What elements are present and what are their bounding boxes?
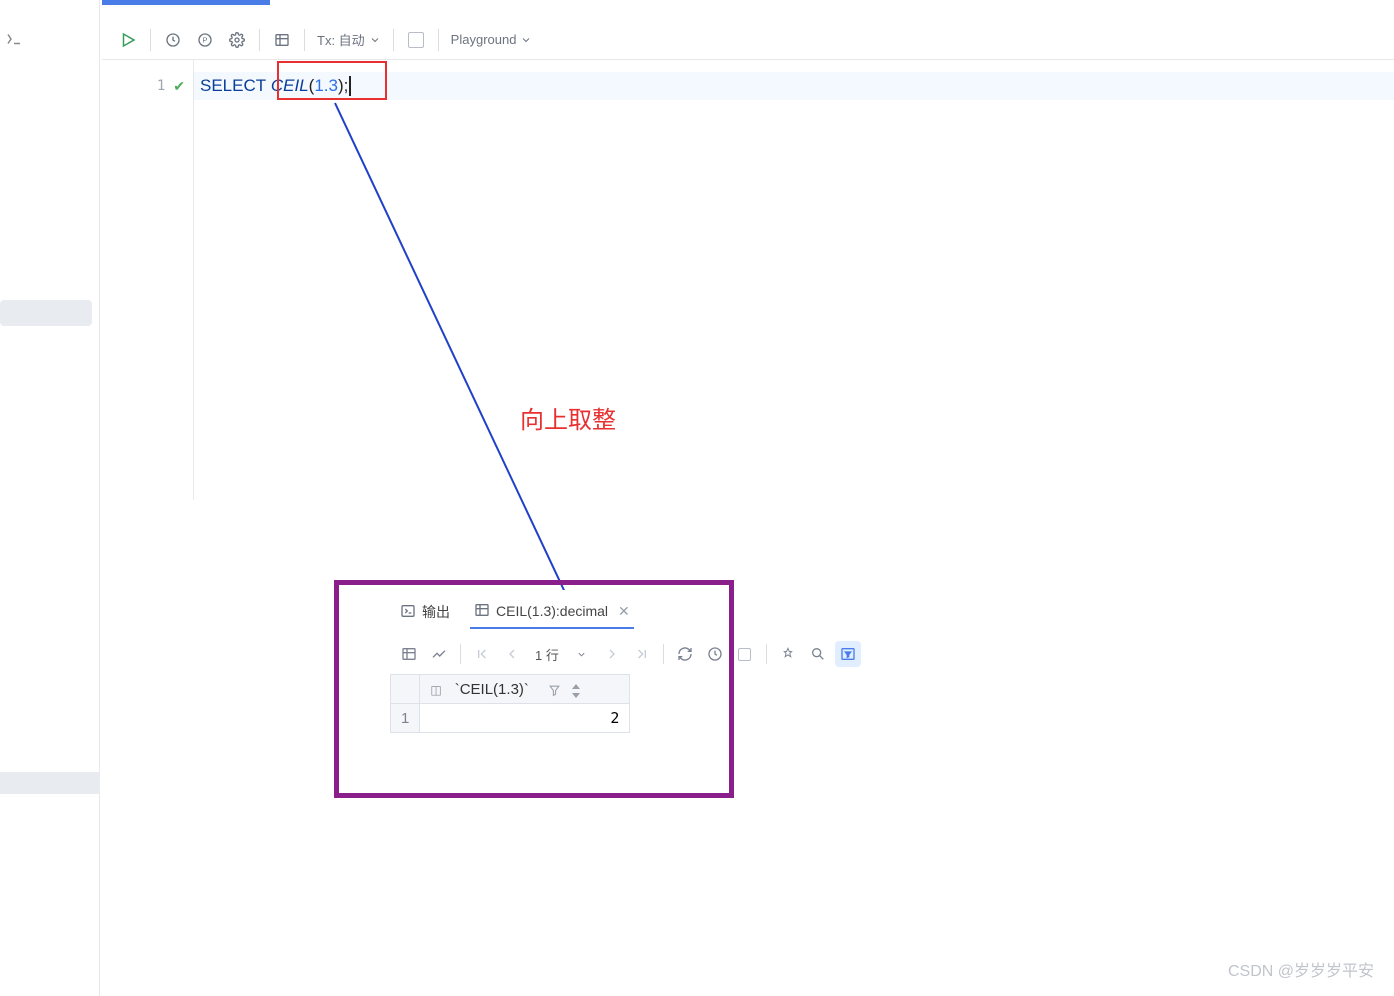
structure-icon[interactable] [5,30,23,53]
sql-keyword-select: SELECT [200,76,266,96]
pin-icon[interactable] [775,641,801,667]
editor-gutter: 1 ✔ [102,60,194,500]
sidebar-active-item[interactable] [0,300,92,326]
left-sidebar [0,0,100,996]
playground-label: Playground [451,32,517,47]
code-editor[interactable]: 1 ✔ SELECT CEIL(1.3); [102,60,1394,500]
stop-refresh-icon[interactable] [732,641,758,667]
toolbar-separator [438,29,439,51]
stop-icon[interactable] [402,26,430,54]
toolbar-separator [150,29,151,51]
run-icon[interactable] [114,26,142,54]
settings-icon[interactable] [223,26,251,54]
toolbar-separator [766,644,767,664]
tx-mode-dropdown[interactable]: Tx: 自动 [313,30,385,49]
explain-plan-icon[interactable]: P [191,26,219,54]
code-line-1[interactable]: SELECT CEIL(1.3); [194,72,1394,100]
check-icon: ✔ [173,78,185,95]
toolbar-separator [393,29,394,51]
sql-number: 1.3 [314,76,338,96]
tx-label: Tx: 自动 [317,30,365,49]
playground-dropdown[interactable]: Playground [447,32,537,47]
toolbar-separator [259,29,260,51]
text-cursor [349,76,351,96]
table-view-icon[interactable] [268,26,296,54]
search-icon[interactable] [805,641,831,667]
filter-panel-icon[interactable] [835,641,861,667]
active-tab-indicator [102,0,270,5]
annotation-label: 向上取整 [520,400,616,435]
toolbar-separator [304,29,305,51]
svg-text:P: P [203,35,208,44]
history-icon[interactable] [159,26,187,54]
sidebar-bottom-item[interactable] [0,772,100,794]
code-content[interactable]: SELECT CEIL(1.3); [194,60,1394,500]
sql-func-ceil: CEIL [271,76,309,96]
watermark: CSDN @岁岁岁平安 [1228,957,1374,981]
editor-toolbar: P Tx: 自动 Playground [102,20,1394,60]
line-number: 1 [157,78,165,94]
result-highlight-box [334,580,734,798]
